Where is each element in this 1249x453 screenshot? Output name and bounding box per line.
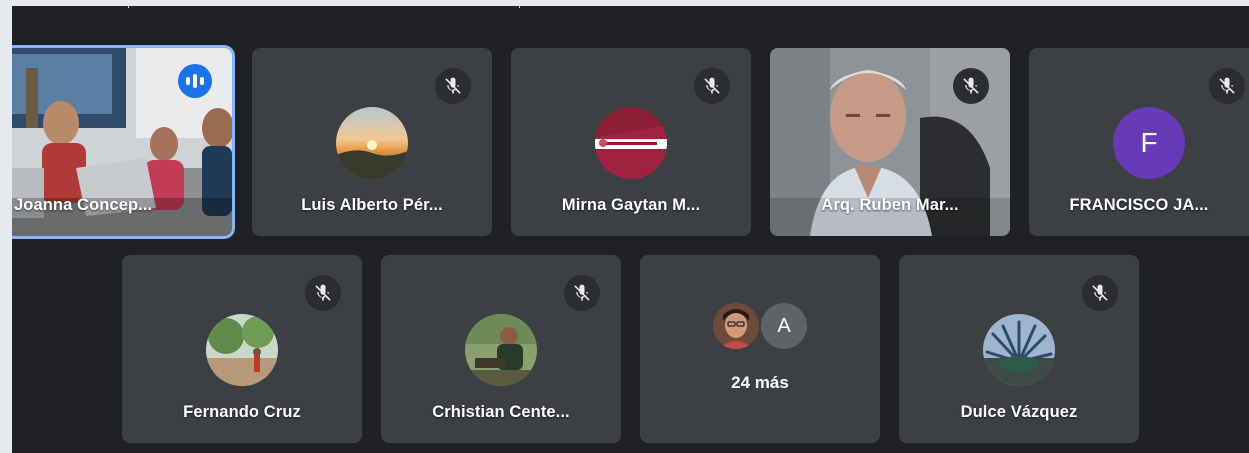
- participant-avatar: [465, 314, 537, 386]
- participant-tile-joanna[interactable]: Joanna Concep...: [12, 48, 232, 236]
- participant-tile-mirna[interactable]: Mirna Gaytan M...: [511, 48, 751, 236]
- participant-avatar: F: [1113, 107, 1185, 179]
- participant-avatar: [336, 107, 408, 179]
- participant-tile-francisco[interactable]: F FRANCISCO JA...: [1029, 48, 1249, 236]
- participant-name: Arq. Ruben Mar...: [821, 196, 959, 214]
- mic-off-icon: [953, 68, 989, 104]
- participant-tile-fernando[interactable]: Fernando Cruz: [122, 255, 362, 443]
- speaking-indicator-icon: [178, 64, 212, 98]
- participant-avatar: [595, 107, 667, 179]
- participant-avatar: [206, 314, 278, 386]
- participant-name: FRANCISCO JA...: [1069, 196, 1209, 214]
- mic-off-icon: [435, 68, 471, 104]
- participant-tile-dulce[interactable]: Dulce Vázquez: [899, 255, 1139, 443]
- participant-name: Mirna Gaytan M...: [561, 196, 701, 214]
- window-edge-line: [128, 6, 520, 8]
- participant-avatar: A: [761, 303, 807, 349]
- more-participants-count: 24 más: [731, 373, 789, 392]
- participant-tile-luis[interactable]: Luis Alberto Pér...: [252, 48, 492, 236]
- participant-tile-crhistian[interactable]: Crhistian Cente...: [381, 255, 621, 443]
- participant-name: Dulce Vázquez: [960, 403, 1078, 421]
- meeting-grid: Joanna Concep... Luis Alberto Pér... Mir…: [12, 6, 1249, 453]
- more-participants-tile[interactable]: A 24 más: [640, 255, 880, 443]
- participant-name: Fernando Cruz: [183, 403, 301, 421]
- participant-name: Joanna Concep...: [14, 196, 153, 214]
- mic-off-icon: [564, 275, 600, 311]
- participant-name: Luis Alberto Pér...: [301, 196, 443, 214]
- mic-off-icon: [1209, 68, 1245, 104]
- participant-name: Crhistian Cente...: [432, 403, 570, 421]
- mic-off-icon: [305, 275, 341, 311]
- mic-off-icon: [694, 68, 730, 104]
- participant-tile-ruben[interactable]: Arq. Ruben Mar...: [770, 48, 1010, 236]
- participant-avatar: [713, 303, 759, 349]
- participant-avatar: [983, 314, 1055, 386]
- mic-off-icon: [1082, 275, 1118, 311]
